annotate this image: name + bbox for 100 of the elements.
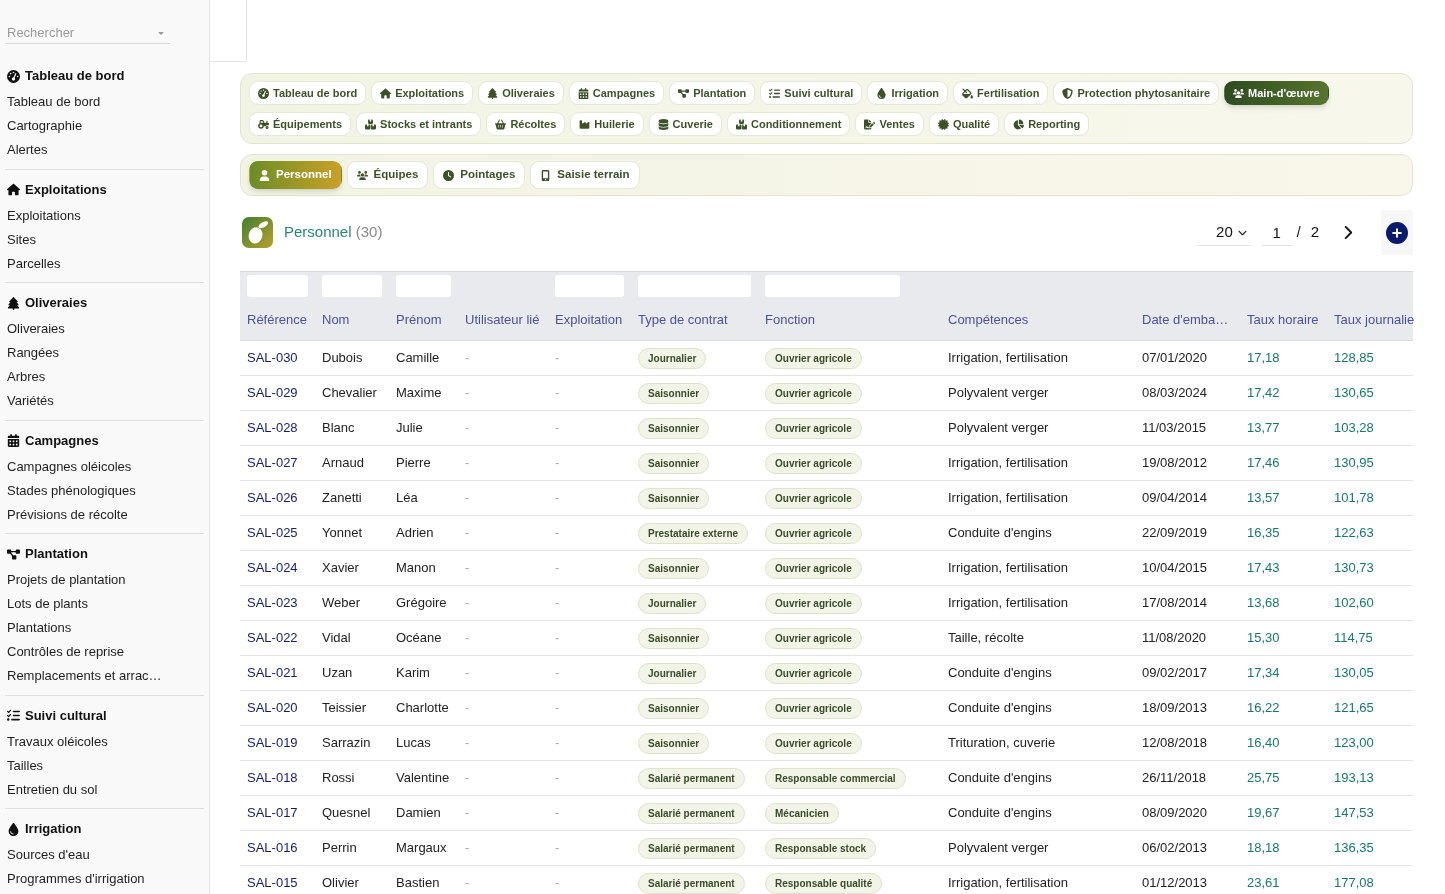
sidebar-link[interactable]: Sources d'eau bbox=[7, 845, 90, 865]
column-header[interactable]: Prénom bbox=[396, 310, 442, 330]
module-tab[interactable]: Récoltes bbox=[486, 112, 566, 136]
table-cell: Irrigation, fertilisation bbox=[948, 455, 1068, 471]
page-size-select[interactable]: 20 bbox=[1196, 219, 1251, 246]
sidebar-link[interactable]: Campagnes oléicoles bbox=[7, 456, 132, 477]
reference-link[interactable]: SAL-016 bbox=[247, 840, 298, 856]
table-cell: 130,73 bbox=[1334, 560, 1374, 576]
reference-link[interactable]: SAL-028 bbox=[247, 420, 298, 436]
sidebar-link[interactable]: Arbres bbox=[7, 367, 46, 387]
reference-link[interactable]: SAL-029 bbox=[247, 385, 298, 401]
column-header[interactable]: Exploitation bbox=[555, 310, 623, 330]
column-header[interactable]: Fonction bbox=[765, 310, 815, 330]
column-header[interactable]: Type de contrat bbox=[638, 310, 728, 330]
sidebar-link[interactable]: Entretien du sol bbox=[7, 779, 98, 800]
section-tab[interactable]: Saisie terrain bbox=[530, 161, 640, 189]
table-cell: 23,61 bbox=[1247, 875, 1280, 891]
module-tab[interactable]: Huilerie bbox=[570, 112, 644, 136]
module-tab[interactable]: Tableau de bord bbox=[249, 81, 367, 105]
sidebar-link[interactable]: Tableau de bord bbox=[7, 92, 101, 112]
module-tab[interactable]: Cuverie bbox=[648, 112, 722, 136]
column-header[interactable]: Date d'emba… bbox=[1142, 310, 1229, 330]
sidebar-link[interactable]: Alertes bbox=[7, 140, 48, 160]
module-tab[interactable]: Exploitations bbox=[371, 81, 474, 105]
table-cell: - bbox=[555, 840, 560, 856]
table-cell: 147,53 bbox=[1334, 805, 1374, 821]
reference-link[interactable]: SAL-030 bbox=[247, 350, 298, 366]
table-cell: - bbox=[555, 525, 560, 541]
reference-link[interactable]: SAL-017 bbox=[247, 805, 298, 821]
table-cell: Julie bbox=[396, 420, 423, 436]
column-header[interactable]: Nom bbox=[322, 310, 350, 330]
sidebar-link[interactable]: Programmes d'irrigation bbox=[7, 869, 145, 889]
module-tab[interactable]: Équipements bbox=[249, 112, 352, 136]
tractor-icon bbox=[258, 118, 269, 130]
module-tab[interactable]: Conditionnement bbox=[726, 112, 851, 136]
reference-link[interactable]: SAL-020 bbox=[247, 700, 298, 716]
reference-link[interactable]: SAL-021 bbox=[247, 665, 298, 681]
column-header[interactable]: Taux journalie bbox=[1334, 310, 1415, 330]
section-heading: Exploitations bbox=[25, 180, 107, 199]
sidebar-link[interactable]: Stades phénologiques bbox=[7, 480, 136, 501]
section-tab[interactable]: Pointages bbox=[433, 161, 526, 189]
reference-link[interactable]: SAL-024 bbox=[247, 560, 298, 576]
role-tag: Ouvrier agricole bbox=[765, 732, 862, 754]
page-field[interactable]: 1 bbox=[1261, 219, 1292, 246]
table-cell: Yonnet bbox=[322, 525, 362, 541]
sidebar-link[interactable]: Projets de plantation bbox=[7, 570, 126, 590]
sidebar-link[interactable]: Sites bbox=[7, 229, 36, 250]
reference-link[interactable]: SAL-022 bbox=[247, 630, 298, 646]
house-icon bbox=[380, 87, 392, 99]
sidebar-link[interactable]: Remplacements et arrac… bbox=[7, 666, 162, 686]
shield-icon bbox=[1062, 87, 1074, 99]
module-tab[interactable]: Main-d'œuvre bbox=[1224, 81, 1329, 105]
module-tab[interactable]: Stocks et intrants bbox=[356, 112, 482, 136]
table-cell: Manon bbox=[396, 560, 436, 576]
sidebar-link[interactable]: Travaux oléicoles bbox=[7, 731, 108, 752]
diagram-icon bbox=[678, 87, 690, 99]
section-tab[interactable]: Équipes bbox=[346, 161, 429, 189]
sidebar-link[interactable]: Rangées bbox=[7, 343, 60, 363]
sidebar-link[interactable]: Exploitations bbox=[7, 205, 81, 226]
module-tab[interactable]: Campagnes bbox=[568, 81, 665, 105]
table-cell: 177,08 bbox=[1334, 875, 1374, 891]
column-header[interactable]: Compétences bbox=[948, 310, 1029, 330]
module-tab[interactable]: Fertilisation bbox=[953, 81, 1049, 105]
sidebar-link[interactable]: Oliveraies bbox=[7, 319, 65, 339]
reference-link[interactable]: SAL-018 bbox=[247, 770, 298, 786]
olive-icon bbox=[242, 217, 273, 248]
table-cell: - bbox=[555, 455, 560, 471]
module-tab[interactable]: Suivi cultural bbox=[760, 81, 863, 105]
module-tab[interactable]: Protection phytosanitaire bbox=[1053, 81, 1220, 105]
module-tab[interactable]: Plantation bbox=[669, 81, 756, 105]
sidebar-link[interactable]: Prévisions de récolte bbox=[7, 504, 128, 525]
user-icon bbox=[259, 169, 270, 181]
sidebar-link[interactable]: Contrôles de reprise bbox=[7, 642, 125, 662]
table-cell: Olivier bbox=[322, 875, 359, 891]
contract-tag: Salarié permanent bbox=[638, 802, 745, 824]
sidebar-link[interactable]: Variétés bbox=[7, 391, 54, 411]
reference-link[interactable]: SAL-019 bbox=[247, 735, 298, 751]
module-tab[interactable]: Reporting bbox=[1004, 112, 1090, 136]
calendar-icon bbox=[7, 434, 20, 447]
table-cell: - bbox=[555, 735, 560, 751]
reference-link[interactable]: SAL-027 bbox=[247, 455, 298, 471]
sidebar-link[interactable]: Parcelles bbox=[7, 253, 61, 274]
reference-link[interactable]: SAL-015 bbox=[247, 875, 298, 891]
column-header[interactable]: Utilisateur lié bbox=[465, 310, 540, 330]
module-tab[interactable]: Oliveraies bbox=[478, 81, 564, 105]
reference-link[interactable]: SAL-025 bbox=[247, 525, 298, 541]
sidebar-link[interactable]: Cartographie bbox=[7, 116, 83, 136]
column-header[interactable]: Référence bbox=[247, 310, 307, 330]
sidebar-link[interactable]: Plantations bbox=[7, 618, 72, 638]
add-button[interactable] bbox=[1381, 210, 1413, 255]
sidebar-link[interactable]: Tailles bbox=[7, 755, 44, 776]
module-tab[interactable]: Qualité bbox=[928, 112, 1000, 136]
search-field[interactable]: Rechercher bbox=[5, 22, 170, 44]
module-tab[interactable]: Irrigation bbox=[867, 81, 949, 105]
module-tab[interactable]: Ventes bbox=[855, 112, 924, 136]
sidebar-link[interactable]: Lots de plants bbox=[7, 594, 88, 614]
column-header[interactable]: Taux horaire bbox=[1247, 310, 1319, 330]
calendar-icon bbox=[577, 87, 589, 99]
reference-link[interactable]: SAL-026 bbox=[247, 490, 298, 506]
reference-link[interactable]: SAL-023 bbox=[247, 595, 298, 611]
